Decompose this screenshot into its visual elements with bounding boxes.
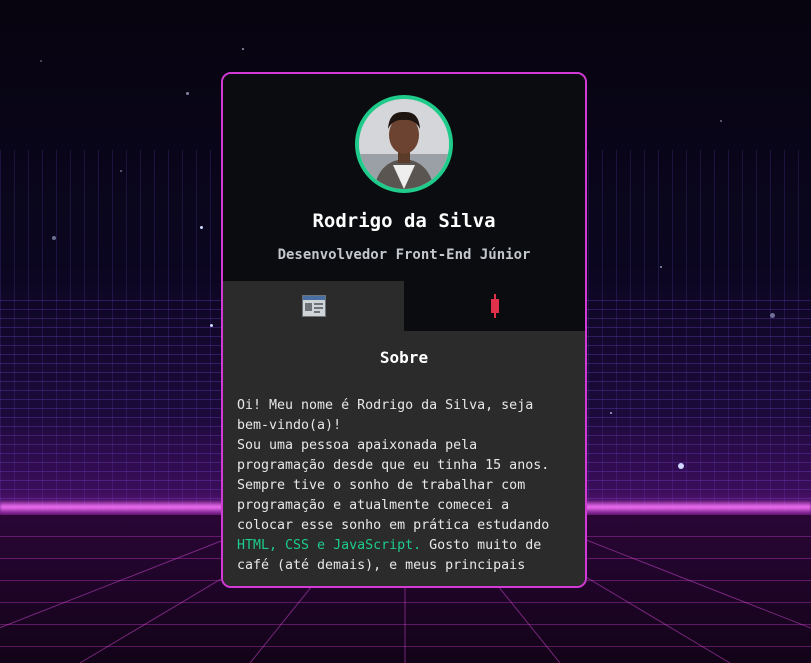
star [52, 236, 56, 240]
profile-card: Rodrigo da Silva Desenvolvedor Front-End… [221, 72, 587, 588]
about-title: Sobre [379, 348, 429, 367]
star [210, 324, 213, 327]
avatar [355, 95, 453, 193]
star [40, 60, 42, 62]
star [242, 48, 244, 50]
star [660, 266, 662, 268]
star [186, 92, 189, 95]
tab-projects[interactable] [404, 281, 585, 331]
candlestick-icon [490, 294, 499, 318]
tab-about[interactable] [223, 281, 404, 331]
star [720, 120, 722, 122]
profile-card-icon [301, 295, 326, 317]
about-body: Sou uma pessoa apaixonada pela programaç… [237, 438, 550, 533]
profile-role: Desenvolvedor Front-End Júnior [277, 247, 531, 263]
star [200, 226, 203, 229]
avatar-photo-icon [359, 99, 449, 189]
star [610, 412, 612, 414]
about-section: Sobre Oi! Meu nome é Rodrigo da Silva, s… [223, 331, 585, 586]
profile-header: Rodrigo da Silva Desenvolvedor Front-End… [223, 74, 585, 281]
about-text: Oi! Meu nome é Rodrigo da Silva, seja be… [237, 396, 571, 576]
star [120, 170, 122, 172]
about-greeting: Oi! Meu nome é Rodrigo da Silva, seja be… [237, 398, 534, 433]
profile-name: Rodrigo da Silva [312, 210, 496, 232]
profile-tabs [223, 281, 585, 331]
about-highlight: HTML, CSS e JavaScript. [237, 538, 422, 553]
star [770, 313, 775, 318]
star [678, 463, 684, 469]
